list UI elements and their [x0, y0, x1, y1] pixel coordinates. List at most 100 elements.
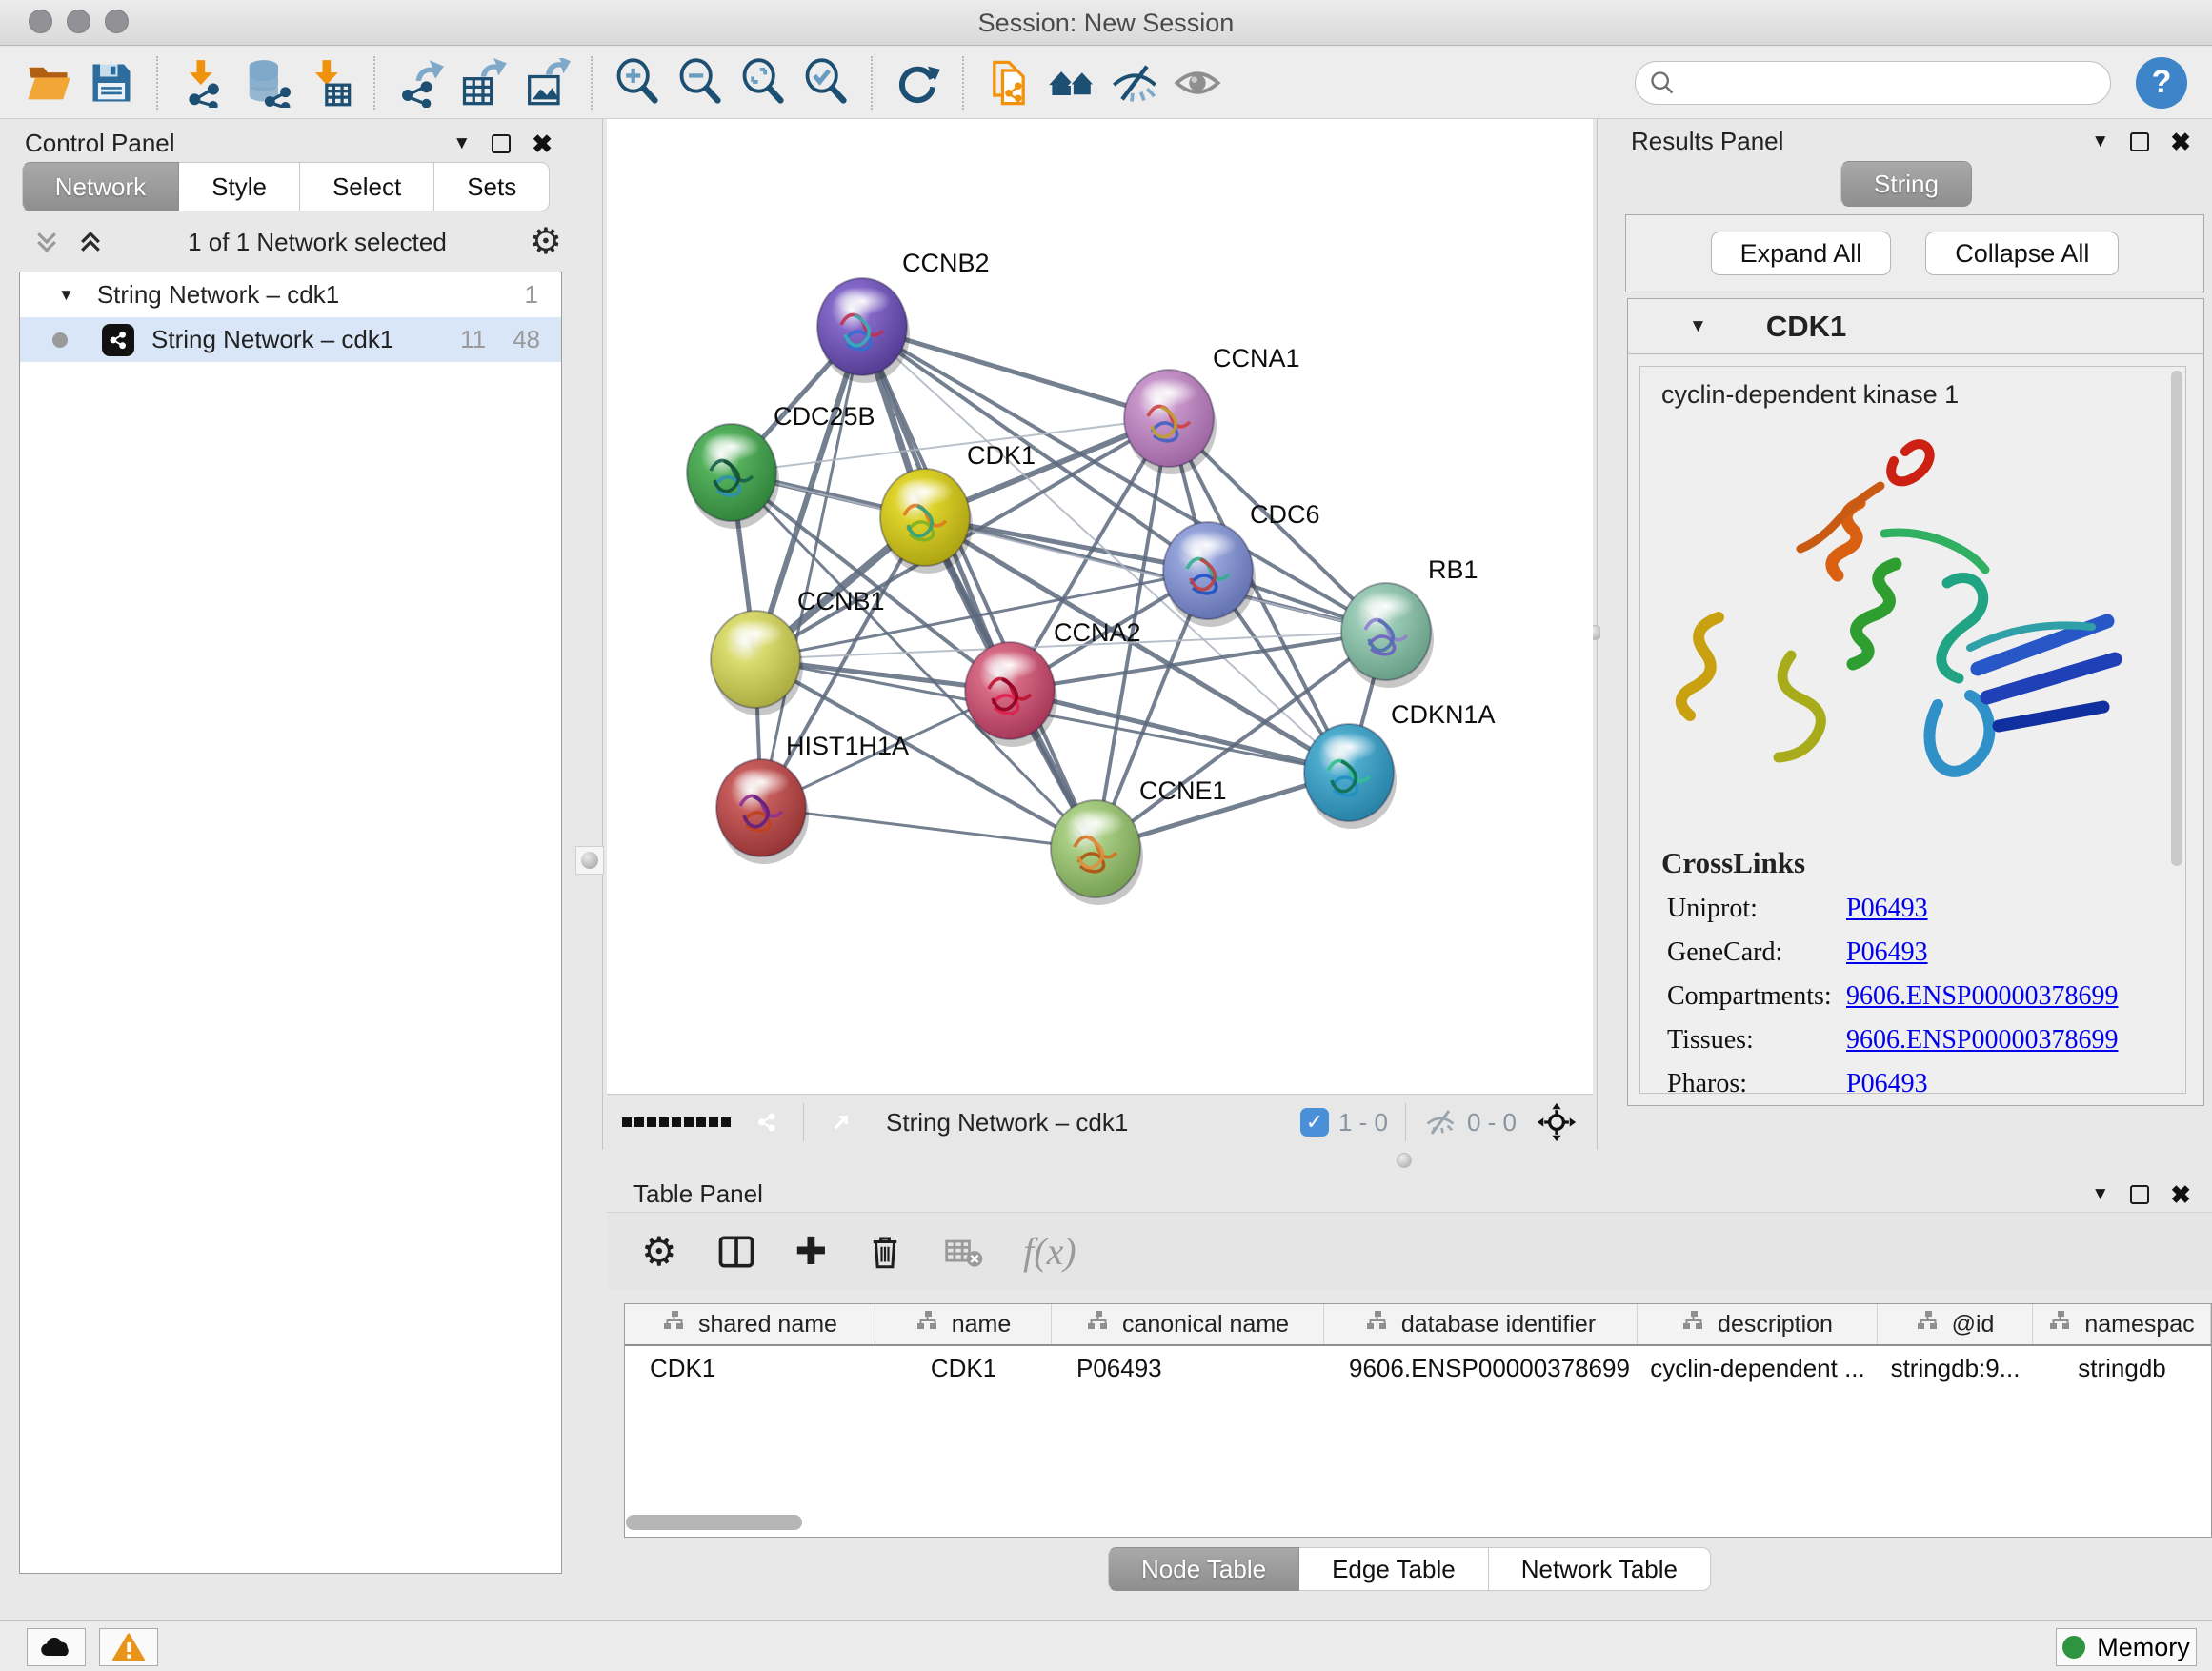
node-HIST1H1A[interactable]: HIST1H1A	[716, 732, 909, 864]
column-header-shared-name[interactable]: shared name	[625, 1304, 875, 1344]
zoom-out-button[interactable]	[669, 53, 732, 112]
function-builder-button[interactable]: f(x)	[1023, 1229, 1076, 1274]
warnings-button[interactable]	[99, 1628, 158, 1666]
fit-selected-crosshair-icon[interactable]	[1536, 1101, 1578, 1143]
refresh-view-button[interactable]	[886, 53, 949, 112]
collection-expand-icon[interactable]: ▼	[58, 286, 74, 305]
crosslink-link[interactable]: 9606.ENSP00000378699	[1846, 1025, 2118, 1056]
node-CCNB2[interactable]: CCNB2	[817, 249, 990, 383]
network-row[interactable]: String Network – cdk1 11 48	[20, 317, 561, 362]
panel-close-icon[interactable]: ✖	[532, 131, 553, 156]
column-header-@id[interactable]: @id	[1878, 1304, 2033, 1344]
delete-column-trash-icon[interactable]	[865, 1232, 905, 1272]
import-network-file-button[interactable]	[171, 53, 234, 112]
node-RB1[interactable]: RB1	[1341, 555, 1478, 688]
detach-view-icon[interactable]	[821, 1102, 861, 1142]
left-splitter-handle[interactable]	[575, 846, 604, 875]
network-graph[interactable]: CCNB2CCNA1CDC25BCDK1CDC6RB1CCNB1CCNA2CDK…	[607, 119, 1593, 1094]
hide-selected-button[interactable]	[1103, 53, 1166, 112]
node-CDKN1A[interactable]: CDKN1A	[1304, 700, 1496, 829]
expand-all-networks-icon[interactable]	[76, 228, 105, 256]
column-header-canonical-name[interactable]: canonical name	[1052, 1304, 1324, 1344]
tab-network-table[interactable]: Network Table	[1489, 1547, 1711, 1591]
add-column-plus-icon[interactable]: ✚	[795, 1230, 828, 1274]
table-cell[interactable]: stringdb:9...	[1878, 1346, 2033, 1390]
delete-table-icon[interactable]	[943, 1231, 985, 1273]
node-CCNB1[interactable]: CCNB1	[711, 587, 885, 715]
hidden-counts: 0 - 0	[1423, 1105, 1517, 1139]
expand-all-button[interactable]: Expand All	[1711, 232, 1892, 275]
export-table-button[interactable]	[452, 53, 514, 112]
import-network-database-button[interactable]	[234, 53, 297, 112]
node-CCNA1[interactable]: CCNA1	[1124, 344, 1300, 474]
crosslink-link[interactable]: 9606.ENSP00000378699	[1846, 981, 2118, 1012]
edge-HIST1H1A-CCNE1[interactable]	[761, 808, 1096, 849]
column-header-name[interactable]: name	[875, 1304, 1052, 1344]
panel-close-icon[interactable]: ✖	[2170, 1182, 2191, 1207]
copy-network-button[interactable]	[977, 53, 1040, 112]
tab-style[interactable]: Style	[179, 162, 300, 211]
table-cell[interactable]: cyclin-dependent ...	[1638, 1346, 1878, 1390]
column-header-description[interactable]: description	[1638, 1304, 1878, 1344]
hierarchy-icon	[1681, 1310, 1706, 1339]
tab-edge-table[interactable]: Edge Table	[1299, 1547, 1489, 1591]
tab-network[interactable]: Network	[22, 162, 179, 211]
results-scrollbar[interactable]	[2171, 371, 2182, 866]
table-horizontal-scrollbar[interactable]	[626, 1515, 802, 1530]
entry-header[interactable]: ▼ CDK1	[1628, 299, 2203, 354]
column-header-database-identifier[interactable]: database identifier	[1324, 1304, 1638, 1344]
cloud-status-button[interactable]	[27, 1628, 86, 1666]
import-table-button[interactable]	[297, 53, 360, 112]
help-icon: ?	[2152, 64, 2172, 101]
export-image-button[interactable]	[514, 53, 577, 112]
selected-checkbox-icon[interactable]: ✓	[1300, 1108, 1329, 1137]
birds-eye-view-icon[interactable]	[622, 1117, 731, 1127]
table-settings-gear-icon[interactable]: ⚙	[641, 1228, 677, 1275]
panel-float-icon[interactable]	[492, 134, 511, 153]
network-collection-row[interactable]: ▼ String Network – cdk1 1	[20, 272, 561, 317]
node-CCNE1[interactable]: CCNE1	[1051, 776, 1227, 905]
network-canvas[interactable]: CCNB2CCNA1CDC25BCDK1CDC6RB1CCNB1CCNA2CDK…	[607, 119, 1593, 1094]
zoom-selected-button[interactable]	[794, 53, 857, 112]
panel-menu-icon[interactable]: ▼	[452, 133, 471, 154]
first-neighbors-button[interactable]	[1040, 53, 1103, 112]
tab-node-table[interactable]: Node Table	[1108, 1547, 1299, 1591]
export-network-button[interactable]	[389, 53, 452, 112]
table-cell[interactable]: stringdb	[2033, 1346, 2211, 1390]
crosslink-link[interactable]: P06493	[1846, 937, 1928, 968]
zoom-in-button[interactable]	[606, 53, 669, 112]
table-cell[interactable]: CDK1	[875, 1346, 1052, 1390]
panel-menu-icon[interactable]: ▼	[2091, 1184, 2109, 1205]
panel-menu-icon[interactable]: ▼	[2091, 131, 2109, 152]
table-row[interactable]: CDK1CDK1P064939606.ENSP00000378699cyclin…	[625, 1346, 2211, 1390]
panel-close-icon[interactable]: ✖	[2170, 130, 2191, 154]
table-cell[interactable]: CDK1	[625, 1346, 875, 1390]
collapse-all-button[interactable]: Collapse All	[1925, 232, 2119, 275]
show-all-button[interactable]	[1166, 53, 1229, 112]
table-cell[interactable]: P06493	[1052, 1346, 1324, 1390]
search-input[interactable]	[1676, 64, 2097, 102]
crosslink-label: Uniprot:	[1667, 894, 1846, 924]
show-columns-icon[interactable]	[715, 1231, 757, 1273]
network-options-gear-icon[interactable]: ⚙	[530, 224, 562, 260]
panel-float-icon[interactable]	[2130, 132, 2149, 151]
crosslink-link[interactable]: P06493	[1846, 894, 1928, 924]
zoom-fit-button[interactable]	[732, 53, 794, 112]
crosslink-link[interactable]: P06493	[1846, 1069, 1928, 1094]
memory-button[interactable]: Memory	[2056, 1628, 2197, 1666]
column-header-namespac[interactable]: namespac	[2033, 1304, 2211, 1344]
tab-sets[interactable]: Sets	[434, 162, 550, 211]
collapse-all-networks-icon[interactable]	[32, 228, 61, 256]
left-splitter[interactable]	[602, 119, 603, 1150]
table-cell[interactable]: 9606.ENSP00000378699	[1324, 1346, 1638, 1390]
panel-float-icon[interactable]	[2130, 1185, 2149, 1204]
tab-select[interactable]: Select	[300, 162, 434, 211]
tab-string[interactable]: String	[1840, 161, 1972, 207]
help-button[interactable]: ?	[2136, 57, 2187, 109]
save-session-button[interactable]	[80, 53, 143, 112]
network-overview-icon[interactable]	[748, 1103, 786, 1141]
entry-collapse-icon[interactable]: ▼	[1689, 316, 1707, 337]
bottom-splitter-handle[interactable]	[1397, 1153, 1412, 1168]
edge-CCNB2-CCNE1[interactable]	[862, 327, 1096, 849]
open-session-button[interactable]	[17, 53, 80, 112]
